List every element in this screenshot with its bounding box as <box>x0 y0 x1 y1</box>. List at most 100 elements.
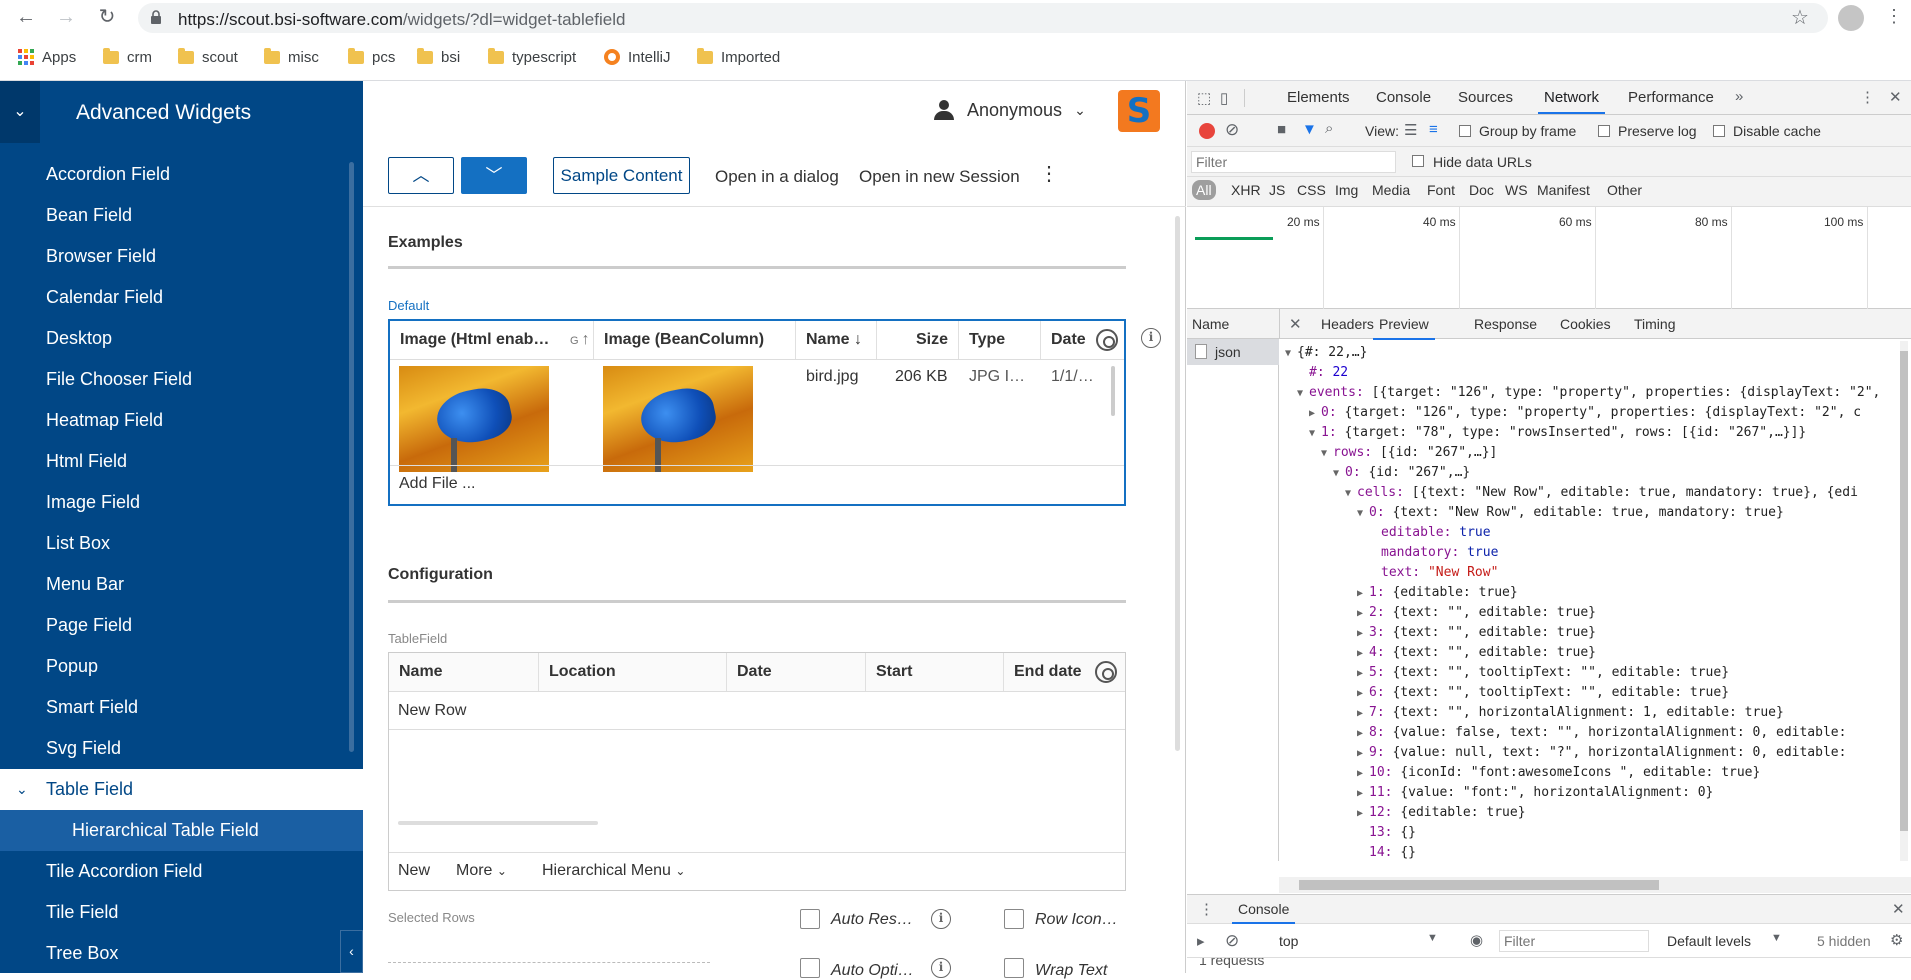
collapsed-triangle-icon[interactable]: ▶ <box>1357 664 1369 684</box>
close-icon[interactable]: ✕ <box>1892 900 1905 918</box>
tab-elements[interactable]: Elements <box>1287 81 1350 114</box>
bookmark-imported[interactable]: Imported <box>697 47 780 67</box>
column-start[interactable]: Start <box>866 653 1004 691</box>
json-preview-line[interactable]: ▶ 11: {value: "font:", horizontalAlignmen… <box>1357 783 1713 803</box>
default-levels-dropdown[interactable]: Default levels <box>1667 933 1751 949</box>
bookmark-star-icon[interactable]: ☆ <box>1791 5 1809 30</box>
disable-cache-checkbox[interactable] <box>1713 125 1725 137</box>
network-timeline[interactable]: 20 ms 40 ms 60 ms 80 ms 100 ms <box>1187 207 1911 309</box>
clear-console-icon[interactable]: ⊘ <box>1225 931 1239 951</box>
new-button[interactable]: New <box>398 862 430 880</box>
tab-console[interactable]: Console <box>1376 81 1431 114</box>
open-in-dialog-button[interactable]: Open in a dialog <box>715 167 839 187</box>
json-preview-line[interactable]: ▶ 4: {text: "", editable: true} <box>1357 643 1596 663</box>
network-filter-input[interactable] <box>1191 151 1396 173</box>
main-scrollbar[interactable] <box>1175 216 1180 751</box>
nav-item-accordion-field[interactable]: Accordion Field <box>0 154 363 195</box>
type-other[interactable]: Other <box>1607 182 1642 198</box>
column-name[interactable]: Name <box>389 653 539 691</box>
nav-item-popup[interactable]: Popup <box>0 646 363 687</box>
forward-arrow-icon[interactable]: → <box>54 5 78 29</box>
auto-resize-checkbox[interactable] <box>800 909 820 929</box>
type-all[interactable]: All <box>1192 180 1216 200</box>
nav-item-calendar-field[interactable]: Calendar Field <box>0 277 363 318</box>
waterfall-view-icon[interactable]: ≡ <box>1429 121 1438 138</box>
gear-icon[interactable] <box>1095 661 1117 683</box>
json-preview-line[interactable]: ▼ rows: [{id: "267",…}] <box>1321 443 1497 463</box>
json-preview-line[interactable]: ▼ cells: [{text: "New Row", editable: tru… <box>1345 483 1858 503</box>
filter-icon[interactable]: ▼ <box>1302 121 1317 138</box>
column-date[interactable]: Date <box>727 653 866 691</box>
column-size[interactable]: Size <box>877 321 959 359</box>
column-name[interactable]: Name ↓ <box>796 321 877 359</box>
nav-item-table-field[interactable]: ⌄ Table Field <box>0 769 363 810</box>
json-preview-line[interactable]: ▼ 0: {id: "267",…} <box>1333 463 1470 483</box>
json-preview-line[interactable]: ▼ {#: 22,…} <box>1285 343 1367 363</box>
more-tabs-icon[interactable]: » <box>1735 88 1743 105</box>
json-preview-line[interactable]: ▶ 0: {target: "126", type: "property", pr… <box>1309 403 1861 423</box>
bookmark-pcs[interactable]: pcs <box>348 47 395 67</box>
examples-table[interactable]: Image (Html enab… G ↑ Image (BeanColumn)… <box>388 319 1126 506</box>
more-menu[interactable]: More ⌄ <box>456 862 507 880</box>
nav-item-browser-field[interactable]: Browser Field <box>0 236 363 277</box>
type-manifest[interactable]: Manifest <box>1537 182 1590 198</box>
bookmark-intellij[interactable]: IntelliJ <box>604 47 671 67</box>
tab-network[interactable]: Network <box>1538 81 1606 114</box>
context-selector[interactable]: top <box>1279 933 1298 949</box>
column-location[interactable]: Location <box>539 653 727 691</box>
reload-icon[interactable]: ↻ <box>95 5 119 29</box>
console-tab[interactable]: Console <box>1232 901 1296 924</box>
url-bar[interactable]: https://scout.bsi-software.com/widgets/?… <box>138 3 1828 33</box>
preserve-log-checkbox[interactable] <box>1598 125 1610 137</box>
user-menu[interactable]: Anonymous ⌄ <box>933 99 1086 121</box>
json-preview-line[interactable]: ▼ 1: {target: "78", type: "rowsInserted",… <box>1309 423 1806 443</box>
type-css[interactable]: CSS <box>1297 182 1326 198</box>
table-scrollbar[interactable] <box>1111 366 1115 416</box>
json-preview[interactable]: ▼ {#: 22,…} #: 22 ▼ events: [{target: "126",… <box>1279 339 1911 861</box>
camera-icon[interactable]: ■ <box>1277 121 1286 138</box>
horizontal-scrollbar[interactable] <box>398 821 598 825</box>
open-in-session-button[interactable]: Open in new Session <box>859 167 1020 187</box>
hide-data-urls-checkbox[interactable] <box>1412 155 1424 167</box>
scrollbar-thumb[interactable] <box>1299 880 1659 890</box>
nav-item-tile-field[interactable]: Tile Field <box>0 892 363 933</box>
expanded-triangle-icon[interactable]: ▼ <box>1321 444 1333 464</box>
collapse-up-button[interactable]: ︿ <box>388 157 454 194</box>
list-view-icon[interactable]: ☰ <box>1404 121 1417 139</box>
eye-icon[interactable]: ◉ <box>1470 931 1483 949</box>
type-doc[interactable]: Doc <box>1469 182 1494 198</box>
tab-cookies[interactable]: Cookies <box>1560 316 1611 332</box>
json-preview-line[interactable]: ▶ 1: {editable: true} <box>1357 583 1518 603</box>
search-icon[interactable]: ⌕ <box>1325 120 1333 137</box>
browser-menu-icon[interactable]: ⋮ <box>1885 6 1903 27</box>
tab-performance[interactable]: Performance <box>1628 81 1714 114</box>
gear-icon[interactable]: ⚙ <box>1890 931 1903 949</box>
nav-item-bean-field[interactable]: Bean Field <box>0 195 363 236</box>
json-preview-line[interactable]: ▶ 8: {value: false, text: "", horizontalA… <box>1357 723 1846 743</box>
devtools-menu-icon[interactable]: ⋮ <box>1860 88 1875 106</box>
preview-vertical-scrollbar[interactable] <box>1900 341 1908 861</box>
json-preview-line[interactable]: ▼ events: [{target: "126", type: "propert… <box>1297 383 1880 403</box>
collapse-nav-icon[interactable]: ‹ <box>340 930 363 973</box>
sample-content-button[interactable]: Sample Content <box>553 157 690 194</box>
nav-item-hierarchical-table-field[interactable]: Hierarchical Table Field <box>0 810 363 851</box>
expanded-triangle-icon[interactable]: ▼ <box>1333 464 1345 484</box>
info-icon[interactable]: i <box>931 958 951 978</box>
info-icon[interactable]: i <box>931 909 951 929</box>
collapsed-triangle-icon[interactable]: ▶ <box>1357 684 1369 704</box>
nav-item-file-chooser-field[interactable]: File Chooser Field <box>0 359 363 400</box>
back-arrow-icon[interactable]: ← <box>14 5 38 29</box>
expanded-triangle-icon[interactable]: ▼ <box>1297 384 1309 404</box>
nav-item-tile-accordion-field[interactable]: Tile Accordion Field <box>0 851 363 892</box>
info-icon[interactable]: i <box>1141 328 1161 348</box>
tab-preview[interactable]: Preview <box>1373 316 1435 340</box>
expand-down-button[interactable]: ﹀ <box>461 157 527 194</box>
group-by-frame-checkbox[interactable] <box>1459 125 1471 137</box>
nav-item-tree-box[interactable]: Tree Box <box>0 933 363 974</box>
type-img[interactable]: Img <box>1335 182 1358 198</box>
json-preview-line[interactable]: ▶ 2: {text: "", editable: true} <box>1357 603 1596 623</box>
record-icon[interactable] <box>1199 123 1215 139</box>
collapsed-triangle-icon[interactable]: ▶ <box>1357 764 1369 784</box>
json-preview-line[interactable]: ▶ 12: {editable: true} <box>1357 803 1526 823</box>
type-font[interactable]: Font <box>1427 182 1455 198</box>
